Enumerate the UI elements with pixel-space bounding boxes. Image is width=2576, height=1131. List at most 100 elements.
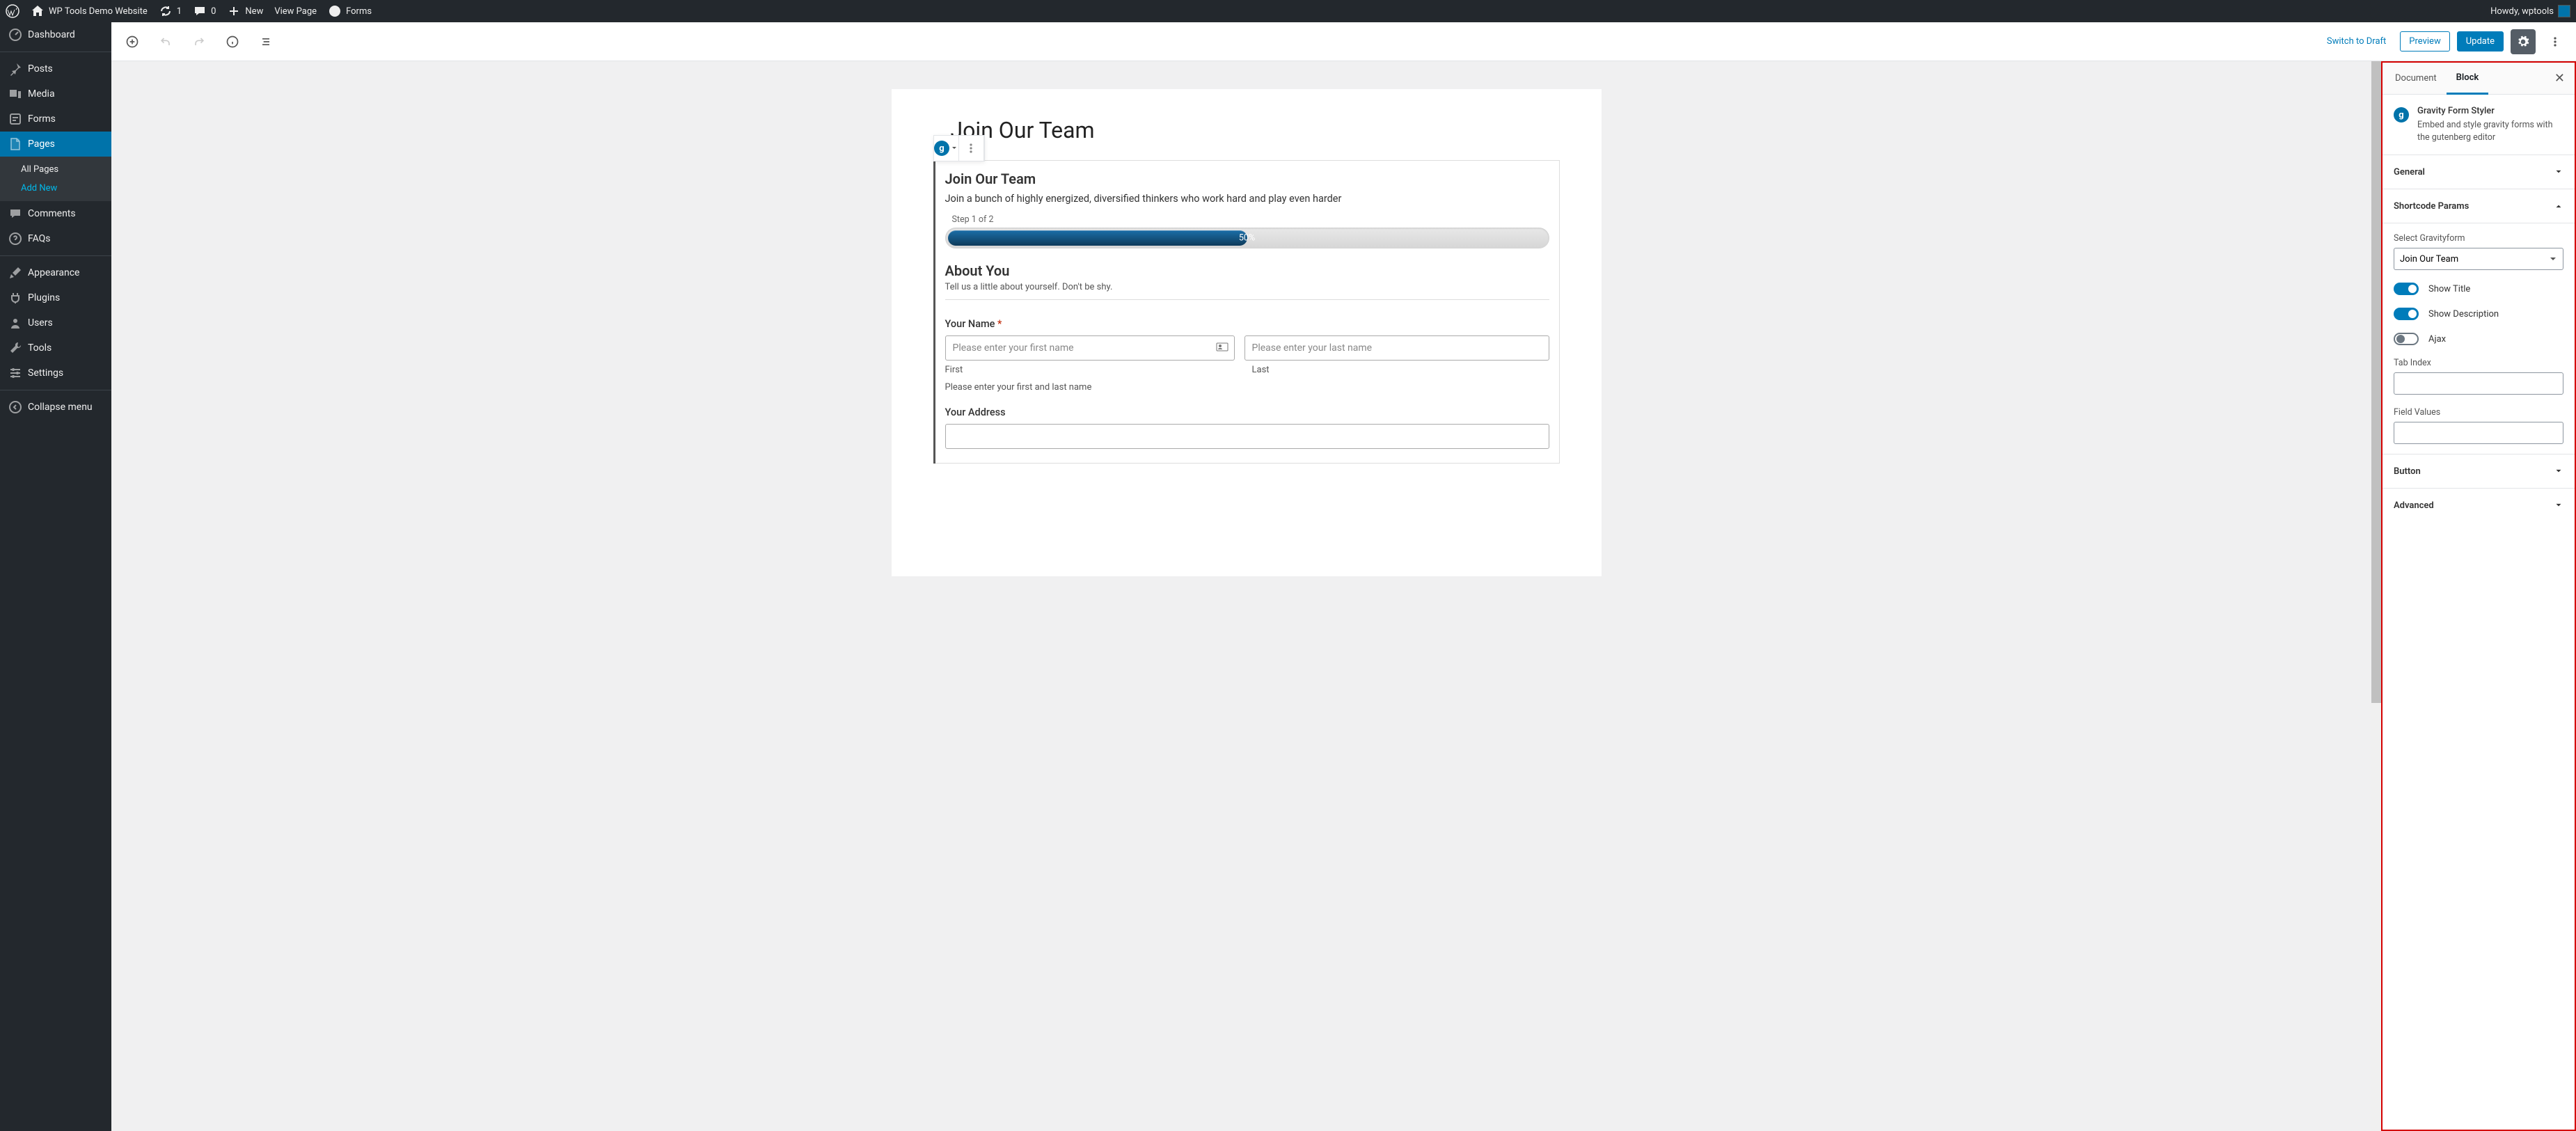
switch-draft-button[interactable]: Switch to Draft — [2320, 32, 2393, 51]
forms-link[interactable]: Forms — [328, 4, 372, 18]
gravityform-select[interactable]: Join Our Team — [2394, 248, 2563, 270]
sidebar-submenu-pages: All Pages Add New — [0, 157, 111, 201]
chevron-down-icon — [951, 141, 958, 155]
howdy-text: Howdy, wptools — [2490, 6, 2554, 17]
contact-card-icon — [1215, 340, 1229, 356]
list-icon — [259, 35, 273, 49]
show-title-toggle[interactable] — [2394, 283, 2419, 295]
comment-icon — [8, 207, 22, 221]
panel-title: Advanced — [2394, 500, 2434, 511]
sidebar-item-label: Settings — [28, 367, 63, 379]
submenu-add-new[interactable]: Add New — [0, 179, 111, 198]
update-button[interactable]: Update — [2457, 31, 2504, 52]
ajax-toggle[interactable] — [2394, 333, 2419, 345]
inspector-close-button[interactable]: ✕ — [2547, 64, 2572, 93]
chevron-down-icon — [2554, 498, 2563, 512]
brush-icon — [8, 266, 22, 280]
sidebar-item-label: Posts — [28, 63, 53, 74]
sidebar-collapse[interactable]: Collapse menu — [0, 395, 111, 420]
panel-button[interactable]: Button — [2383, 454, 2575, 489]
section-title: About You — [945, 262, 1549, 279]
redo-button[interactable] — [187, 29, 212, 54]
sidebar-item-label: Comments — [28, 208, 76, 219]
sidebar-item-dashboard[interactable]: Dashboard — [0, 22, 111, 47]
preview-button[interactable]: Preview — [2400, 31, 2449, 52]
block-more-button[interactable] — [959, 136, 984, 161]
sidebar-item-pages[interactable]: Pages — [0, 132, 111, 157]
pin-icon — [8, 62, 22, 76]
refresh-icon — [159, 4, 173, 18]
sidebar-item-label: Tools — [28, 342, 52, 354]
panel-title: Shortcode Params — [2394, 201, 2469, 212]
progress-percentage: 50% — [1239, 233, 1255, 244]
submenu-all-pages[interactable]: All Pages — [0, 160, 111, 179]
updates-link[interactable]: 1 — [159, 4, 182, 18]
tab-index-input[interactable] — [2394, 372, 2563, 395]
ajax-label: Ajax — [2428, 334, 2446, 345]
address-input[interactable] — [945, 424, 1549, 449]
sidebar-item-tools[interactable]: Tools — [0, 335, 111, 361]
sidebar-item-label: Plugins — [28, 292, 60, 303]
howdy-link[interactable]: Howdy, wptools — [2490, 5, 2570, 17]
block-type-button[interactable]: g — [934, 136, 959, 161]
wp-logo[interactable] — [6, 4, 19, 18]
gravity-form-block[interactable]: g Join Our Team Join a bunch of highly e… — [933, 160, 1560, 464]
sidebar-item-posts[interactable]: Posts — [0, 56, 111, 81]
view-page-link[interactable]: View Page — [274, 6, 317, 17]
sidebar-item-plugins[interactable]: Plugins — [0, 285, 111, 310]
panel-shortcode[interactable]: Shortcode Params — [2383, 189, 2575, 223]
sidebar-item-appearance[interactable]: Appearance — [0, 260, 111, 285]
editor-canvas-wrap: Join Our Team g Join Our Team Join a bun… — [111, 61, 2381, 1131]
collapse-icon — [8, 400, 22, 414]
info-button[interactable] — [220, 29, 245, 54]
block-description: Embed and style gravity forms with the g… — [2417, 119, 2563, 143]
wrench-icon — [8, 341, 22, 355]
sidebar-item-media[interactable]: Media — [0, 81, 111, 106]
sidebar-item-settings[interactable]: Settings — [0, 361, 111, 386]
new-label: New — [245, 6, 263, 17]
show-description-toggle[interactable] — [2394, 308, 2419, 320]
gravity-badge-icon: g — [2394, 107, 2409, 122]
site-name-link[interactable]: WP Tools Demo Website — [31, 4, 148, 18]
tab-document[interactable]: Document — [2385, 63, 2447, 93]
sidebar-item-label: Collapse menu — [28, 402, 93, 413]
chevron-down-icon — [2554, 464, 2563, 478]
more-menu-button[interactable] — [2543, 29, 2568, 54]
first-sublabel: First — [945, 365, 1242, 375]
panel-advanced[interactable]: Advanced — [2383, 489, 2575, 522]
sidebar-item-label: FAQs — [28, 233, 51, 244]
sidebar-item-faqs[interactable]: FAQs — [0, 226, 111, 251]
chevron-down-icon — [2549, 252, 2557, 266]
panel-general[interactable]: General — [2383, 155, 2575, 189]
name-hint: Please enter your first and last name — [945, 382, 1549, 393]
sidebar-item-comments[interactable]: Comments — [0, 201, 111, 226]
info-icon — [226, 35, 239, 49]
inspector-tabs: Document Block ✕ — [2383, 63, 2575, 95]
settings-toggle-button[interactable] — [2511, 29, 2536, 54]
sidebar-item-forms[interactable]: Forms — [0, 106, 111, 132]
page-title[interactable]: Join Our Team — [933, 117, 1560, 143]
undo-button[interactable] — [153, 29, 178, 54]
new-link[interactable]: New — [227, 4, 263, 18]
first-name-input[interactable] — [945, 335, 1235, 361]
add-block-button[interactable] — [120, 29, 145, 54]
outline-button[interactable] — [253, 29, 278, 54]
forms-icon — [8, 112, 22, 126]
sidebar-item-users[interactable]: Users — [0, 310, 111, 335]
more-vertical-icon — [2548, 35, 2562, 49]
chevron-up-icon — [2554, 199, 2563, 213]
forms-icon — [328, 4, 342, 18]
last-sublabel: Last — [1252, 365, 1549, 375]
block-name: Gravity Form Styler — [2417, 106, 2563, 116]
editor-topbar: Switch to Draft Preview Update — [111, 22, 2576, 61]
form-title: Join Our Team — [945, 171, 1549, 187]
field-values-input[interactable] — [2394, 422, 2563, 444]
comments-link[interactable]: 0 — [193, 4, 216, 18]
editor-canvas[interactable]: Join Our Team g Join Our Team Join a bun… — [892, 89, 1602, 576]
tab-block[interactable]: Block — [2447, 63, 2489, 95]
redo-icon — [192, 35, 206, 49]
gravity-badge-icon: g — [934, 141, 949, 156]
canvas-scrollbar[interactable] — [2371, 61, 2381, 1131]
gear-icon — [2516, 35, 2530, 49]
last-name-input[interactable] — [1244, 335, 1549, 361]
